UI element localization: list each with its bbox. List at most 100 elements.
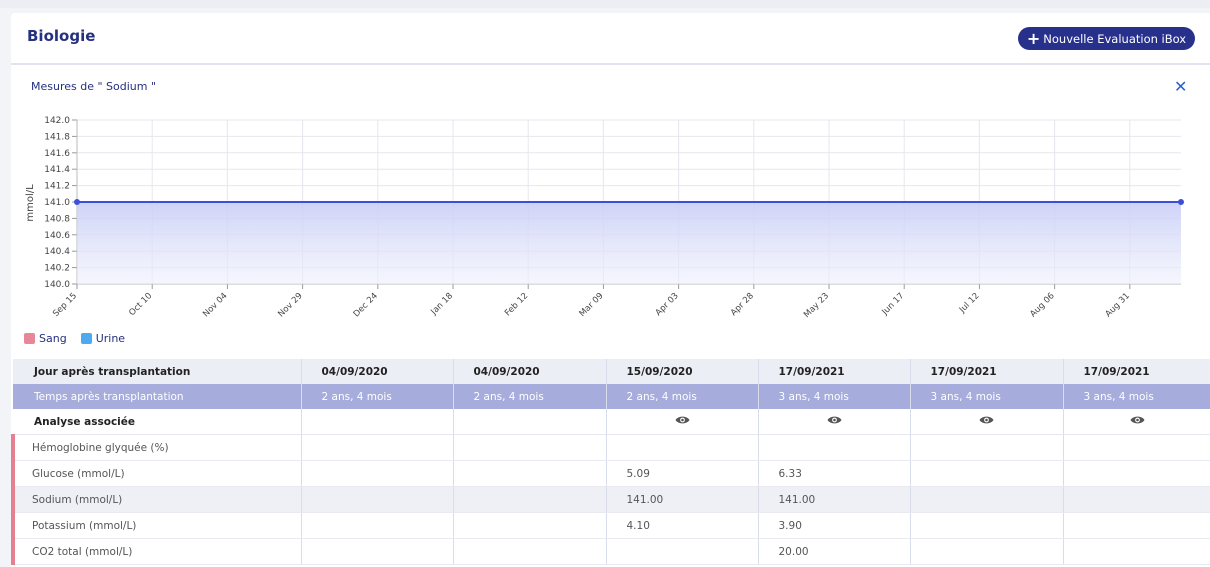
table-cell <box>301 486 454 513</box>
date-header-cell[interactable]: 17/09/2021 <box>1063 359 1210 384</box>
y-tick-label: 140.8 <box>44 214 70 224</box>
eye-icon[interactable] <box>1130 415 1145 428</box>
legend-item-sang[interactable]: Sang <box>24 332 67 345</box>
x-tick-label: Aug 06 <box>1028 291 1056 319</box>
table-cell: 6.33 <box>758 460 911 487</box>
analyse-cell <box>301 409 454 435</box>
y-tick-label: 141.6 <box>44 149 70 159</box>
y-tick-label: 141.2 <box>44 182 70 192</box>
analyse-cell <box>1063 409 1210 435</box>
row-label: Hémoglobine glyquée (%) <box>11 434 302 461</box>
x-tick-label: Apr 03 <box>654 291 681 318</box>
x-tick-label: Jan 18 <box>429 291 456 318</box>
date-header-cell[interactable]: 17/09/2021 <box>910 359 1064 384</box>
data-point <box>74 199 80 205</box>
table-cell: 4.10 <box>606 512 759 539</box>
y-tick-label: 140.6 <box>44 231 70 241</box>
table-cell: 141.00 <box>758 486 911 513</box>
y-tick-label: 142.0 <box>44 116 70 126</box>
x-tick-label: Oct 10 <box>127 291 154 318</box>
table-cell <box>453 512 607 539</box>
analyse-row: Analyse associée <box>13 409 1210 435</box>
y-tick-label: 141.4 <box>44 165 70 175</box>
date-header-row: Jour après transplantation 04/09/2020 04… <box>13 359 1210 384</box>
temps-row: Temps après transplantation 2 ans, 4 moi… <box>13 384 1210 409</box>
legend-swatch-sang <box>24 333 35 344</box>
table-cell: 5.09 <box>606 460 759 487</box>
row-label: CO2 total (mmol/L) <box>11 538 302 565</box>
biology-table: Jour après transplantation 04/09/2020 04… <box>11 359 1210 565</box>
date-header-cell[interactable]: 17/09/2021 <box>758 359 911 384</box>
temps-label: Temps après transplantation <box>13 384 302 409</box>
x-tick-label: Dec 24 <box>352 291 380 319</box>
table-cell <box>453 486 607 513</box>
temps-cell: 3 ans, 4 mois <box>1063 384 1210 409</box>
x-axis-ticks: Sep 15 Oct 10 Nov 04 Nov 29 Dec 24 Jan 18 Feb … <box>51 291 1132 320</box>
x-tick-label: Mar 09 <box>578 291 606 319</box>
table-row: Sodium (mmol/L) 141.00 141.00 <box>11 486 1210 513</box>
data-point <box>1178 199 1184 205</box>
table-cell <box>301 512 454 539</box>
chart-area <box>74 199 1184 284</box>
row-label: Glucose (mmol/L) <box>11 460 302 487</box>
analyse-cell <box>910 409 1064 435</box>
table-cell: 20.00 <box>758 538 911 565</box>
legend-item-urine[interactable]: Urine <box>80 332 126 345</box>
table-cell <box>606 538 759 565</box>
table-cell <box>758 434 911 461</box>
table-cell: 3.90 <box>758 512 911 539</box>
legend-label-urine: Urine <box>95 332 126 345</box>
date-header-cell[interactable]: 04/09/2020 <box>453 359 607 384</box>
sodium-chart: 142.0 141.8 141.6 141.4 141.2 141.0 140.8 140.6… <box>25 116 1184 320</box>
y-axis-ticks: 142.0 141.8 141.6 141.4 141.2 141.0 140.8 140.6… <box>44 116 70 290</box>
table-row: Hémoglobine glyquée (%) <box>11 434 1210 461</box>
x-tick-label: Aug 31 <box>1104 291 1132 319</box>
row-label: Sodium (mmol/L) <box>11 486 302 513</box>
table-cell <box>910 538 1064 565</box>
table-cell <box>453 460 607 487</box>
date-header-label: Jour après transplantation <box>13 359 302 384</box>
x-tick-label: Feb 12 <box>503 291 530 318</box>
row-label: Potassium (mmol/L) <box>11 512 302 539</box>
table-cell <box>910 512 1064 539</box>
y-tick-label: 141.0 <box>44 198 70 208</box>
date-header-cell[interactable]: 15/09/2020 <box>606 359 759 384</box>
y-tick-label: 140.0 <box>44 280 70 290</box>
table-cell <box>910 434 1064 461</box>
temps-cell: 2 ans, 4 mois <box>606 384 759 409</box>
analyse-label: Analyse associée <box>13 409 302 435</box>
temps-cell: 3 ans, 4 mois <box>758 384 911 409</box>
table-cell <box>301 538 454 565</box>
legend-swatch-urine <box>80 333 92 344</box>
table-cell <box>301 460 454 487</box>
temps-cell: 2 ans, 4 mois <box>453 384 607 409</box>
table-cell: 141.00 <box>606 486 759 513</box>
y-axis-label: mmol/L <box>25 184 36 222</box>
table-cell <box>1063 434 1210 461</box>
chart-legend: Sang Urine <box>24 332 139 345</box>
table-cell <box>606 434 759 461</box>
table-cell <box>1063 512 1210 539</box>
y-tick-label: 141.8 <box>44 132 70 142</box>
eye-icon[interactable] <box>827 415 842 428</box>
temps-cell: 3 ans, 4 mois <box>910 384 1064 409</box>
y-tick-label: 140.2 <box>44 264 70 274</box>
legend-label-sang: Sang <box>39 332 67 345</box>
table-cell <box>301 434 454 461</box>
table-cell <box>1063 460 1210 487</box>
table-cell <box>910 460 1064 487</box>
analyse-cell <box>453 409 607 435</box>
x-tick-label: Jun 17 <box>880 291 907 318</box>
table-row: CO2 total (mmol/L) 20.00 <box>11 538 1210 565</box>
eye-icon[interactable] <box>979 415 994 428</box>
table-row: Glucose (mmol/L) 5.09 6.33 <box>11 460 1210 487</box>
date-header-cell[interactable]: 04/09/2020 <box>301 359 454 384</box>
table-cell <box>1063 486 1210 513</box>
x-tick-label: Apr 28 <box>729 291 756 318</box>
table-cell <box>453 538 607 565</box>
x-tick-label: Nov 04 <box>201 291 229 319</box>
x-tick-label: Nov 29 <box>276 291 304 319</box>
temps-cell: 2 ans, 4 mois <box>301 384 454 409</box>
eye-icon[interactable] <box>675 415 690 428</box>
series-area <box>77 202 1181 284</box>
